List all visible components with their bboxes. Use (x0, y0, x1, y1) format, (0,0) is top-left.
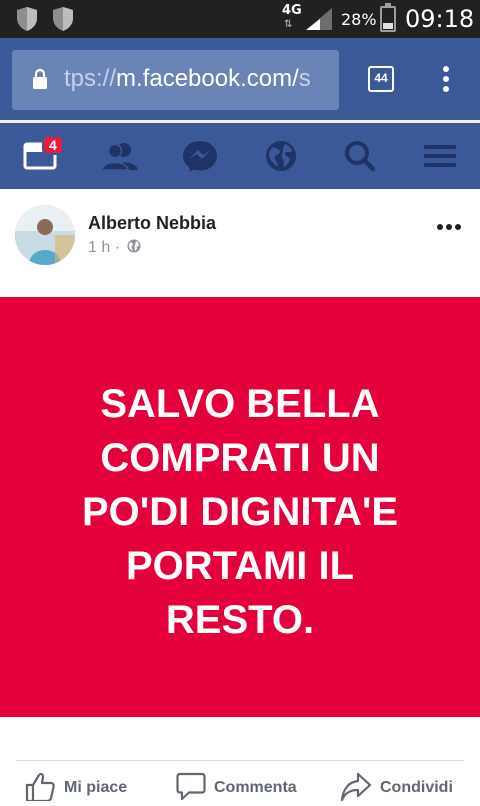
shield-icon (17, 7, 37, 31)
post-timestamp[interactable]: 1 h · (88, 239, 120, 257)
comment-button[interactable]: Commenta (176, 771, 316, 801)
options-dot (437, 224, 443, 230)
messenger-icon[interactable] (180, 138, 220, 174)
url-field[interactable]: tps://m.facebook.com/s (12, 50, 339, 110)
post-message: SALVO BELLA COMPRATI UN PO'DI DIGNITA'E … (81, 382, 399, 642)
clock: 09:18 (405, 5, 475, 33)
friend-requests-icon[interactable] (100, 138, 140, 174)
options-dot (446, 224, 452, 230)
battery-level (383, 22, 393, 29)
shield-icon (53, 7, 73, 31)
share-button[interactable]: Condividi (340, 771, 470, 802)
status-bar: 4G ⇅ 28% 09:18 (0, 0, 480, 38)
options-dot (455, 224, 461, 230)
network-type: 4G (282, 3, 302, 18)
battery-percent: 28% (341, 10, 377, 29)
post-actions: Mi piace Commenta Condividi (0, 761, 480, 803)
post-text-banner[interactable]: SALVO BELLA COMPRATI UN PO'DI DIGNITA'E … (0, 297, 480, 717)
avatar-photo (15, 205, 75, 265)
tab-switcher-button[interactable]: 44 (368, 66, 394, 92)
menu-dot (443, 66, 449, 72)
comment-icon (176, 772, 206, 801)
url-host: m.facebook.com/ (116, 65, 299, 92)
thumbs-up-icon (25, 772, 55, 803)
post-options-button[interactable] (437, 224, 463, 232)
share-label: Condividi (380, 779, 453, 796)
url-path: s (298, 65, 311, 92)
browser-menu-button[interactable] (438, 66, 454, 94)
facebook-navbar (0, 123, 480, 189)
menu-dot (443, 86, 449, 92)
hamburger-menu-icon[interactable] (420, 138, 460, 174)
search-icon[interactable] (340, 138, 380, 174)
url-text[interactable]: tps://m.facebook.com/s (64, 65, 311, 93)
browser-toolbar: tps://m.facebook.com/s 44 (0, 38, 480, 120)
feed-notification-badge: 4 (42, 135, 64, 155)
avatar[interactable] (15, 205, 75, 265)
data-activity-icon: ⇅ (284, 19, 293, 30)
like-button[interactable]: Mi piace (24, 771, 144, 803)
like-label: Mi piace (64, 779, 128, 796)
public-globe-icon (127, 239, 141, 253)
url-scheme: tps:// (64, 65, 117, 92)
menu-dot (443, 76, 449, 82)
share-arrow-icon (340, 772, 372, 802)
post-author[interactable]: Alberto Nebbia (88, 213, 216, 234)
battery-icon (380, 3, 396, 32)
signal-icon (306, 8, 332, 30)
post-header: Alberto Nebbia 1 h · (0, 189, 480, 297)
comment-label: Commenta (214, 779, 297, 796)
globe-notifications-icon[interactable] (261, 138, 301, 174)
lock-icon (33, 68, 47, 89)
